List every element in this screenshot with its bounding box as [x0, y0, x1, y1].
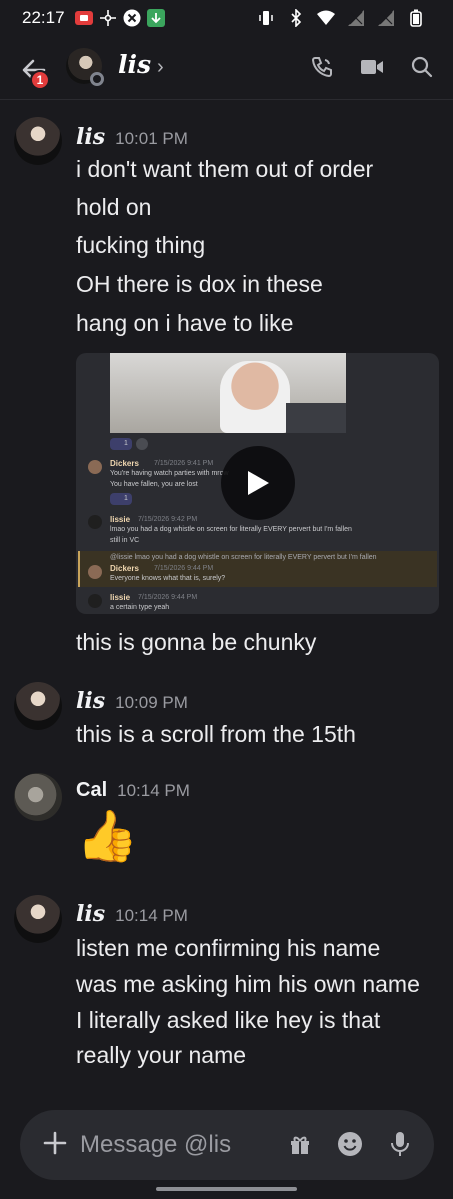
message-timestamp: 10:14 PM — [117, 781, 190, 800]
smiley-icon — [338, 1132, 362, 1156]
vibrate-icon — [257, 9, 275, 27]
notification-app-icon — [74, 9, 93, 27]
unread-badge: 1 — [30, 70, 50, 90]
video-timestamp: 7/15/2026 9:44 PM — [154, 565, 214, 572]
video-reply-preview: @lissie lmao you had a dog whistle on sc… — [110, 554, 377, 561]
message-text: i don't want them out of order — [76, 156, 374, 182]
status-time: 22:17 — [22, 8, 65, 27]
voice-message-button[interactable] — [386, 1130, 414, 1158]
video-text: still in VC — [110, 537, 140, 544]
video-call-button[interactable] — [359, 54, 385, 80]
message-text: hang on i have to like — [76, 310, 294, 336]
video-add-reaction — [136, 438, 148, 450]
home-indicator[interactable] — [156, 1187, 297, 1191]
video-overlay-panel — [286, 403, 346, 433]
message-text: really your name — [76, 1042, 247, 1068]
message-text: listen me confirming his name — [76, 935, 381, 961]
message-author[interactable]: lis 10:01 PM — [76, 124, 188, 150]
message-timestamp: 10:09 PM — [115, 693, 188, 712]
video-text: You have fallen, you are lost — [110, 481, 198, 488]
video-frame — [110, 353, 346, 433]
video-reaction — [110, 438, 132, 450]
plus-icon — [43, 1131, 67, 1155]
video-reaction-count: 1 — [124, 440, 128, 447]
video-avatar — [88, 515, 102, 529]
message-input[interactable] — [80, 1128, 280, 1162]
message-author[interactable]: Cal 10:14 PM — [76, 779, 190, 802]
signal-icon — [347, 9, 365, 27]
search-button[interactable] — [409, 54, 435, 80]
add-attachment-button[interactable] — [40, 1128, 70, 1158]
video-text: You're having watch parties with mrow — [110, 470, 229, 477]
video-camera-icon — [361, 60, 383, 74]
bluetooth-icon — [287, 9, 305, 27]
pinwheel-icon — [99, 9, 117, 27]
video-attachment[interactable]: 1 Dickers 7/15/2026 9:41 PM You're havin… — [76, 353, 439, 614]
message-composer — [20, 1110, 434, 1180]
chevron-right-icon[interactable]: › — [157, 56, 164, 79]
play-icon — [248, 471, 269, 495]
message-text: hold on — [76, 194, 152, 220]
author-name[interactable]: lis — [76, 901, 105, 927]
avatar[interactable] — [14, 895, 62, 943]
author-name[interactable]: lis — [76, 124, 105, 150]
avatar[interactable] — [14, 117, 62, 165]
webcam-person — [220, 361, 290, 433]
author-name[interactable]: Cal — [76, 779, 107, 801]
phone-icon — [311, 57, 332, 78]
search-icon — [411, 56, 433, 78]
video-text: Everyone knows what that is, surely? — [110, 575, 226, 582]
video-text: a certain type yeah — [110, 604, 170, 611]
video-reaction — [110, 493, 132, 505]
avatar[interactable] — [14, 773, 62, 821]
gift-button[interactable] — [286, 1130, 314, 1158]
message-text: this is a scroll from the 15th — [76, 721, 356, 747]
message-author[interactable]: lis 10:09 PM — [76, 688, 188, 714]
message-text: this is gonna be chunky — [76, 629, 317, 655]
emoji-button[interactable] — [336, 1130, 364, 1158]
close-circle-icon — [123, 9, 141, 27]
dm-header: 1 lis › — [0, 36, 453, 100]
video-reaction-count: 1 — [124, 495, 128, 502]
video-author: Dickers — [110, 564, 139, 573]
message-text: I literally asked like hey is that — [76, 1007, 381, 1033]
battery-icon — [407, 9, 425, 27]
video-text: lmao you had a dog whistle on screen for… — [110, 526, 352, 533]
message-timestamp: 10:01 PM — [115, 129, 188, 148]
status-indicator — [90, 72, 104, 86]
video-author: Dickers — [110, 459, 139, 468]
download-icon — [146, 9, 165, 27]
message-text: fucking thing — [76, 232, 206, 258]
microphone-icon — [391, 1132, 409, 1156]
signal-icon-2 — [377, 9, 395, 27]
video-avatar — [88, 594, 102, 608]
voice-call-button[interactable] — [309, 54, 335, 80]
video-author: lissie — [110, 593, 131, 602]
video-avatar — [88, 460, 102, 474]
message-timestamp: 10:14 PM — [115, 906, 188, 925]
play-button[interactable] — [221, 446, 295, 520]
message-text: was me asking him his own name — [76, 971, 420, 997]
status-bar: 22:17 — [0, 0, 453, 36]
video-author: lissie — [110, 515, 131, 524]
thumbs-up-emoji: 👍 — [76, 808, 139, 864]
author-name[interactable]: lis — [76, 688, 105, 714]
message-text: OH there is dox in these — [76, 271, 323, 297]
message-author[interactable]: lis 10:14 PM — [76, 901, 188, 927]
video-timestamp: 7/15/2026 9:42 PM — [138, 516, 198, 523]
video-timestamp: 7/15/2026 9:41 PM — [154, 460, 214, 467]
page-title[interactable]: lis — [118, 50, 151, 79]
video-timestamp: 7/15/2026 9:44 PM — [138, 594, 198, 601]
wifi-icon — [317, 9, 335, 27]
video-avatar — [88, 565, 102, 579]
gift-icon — [291, 1136, 309, 1154]
avatar[interactable] — [14, 682, 62, 730]
